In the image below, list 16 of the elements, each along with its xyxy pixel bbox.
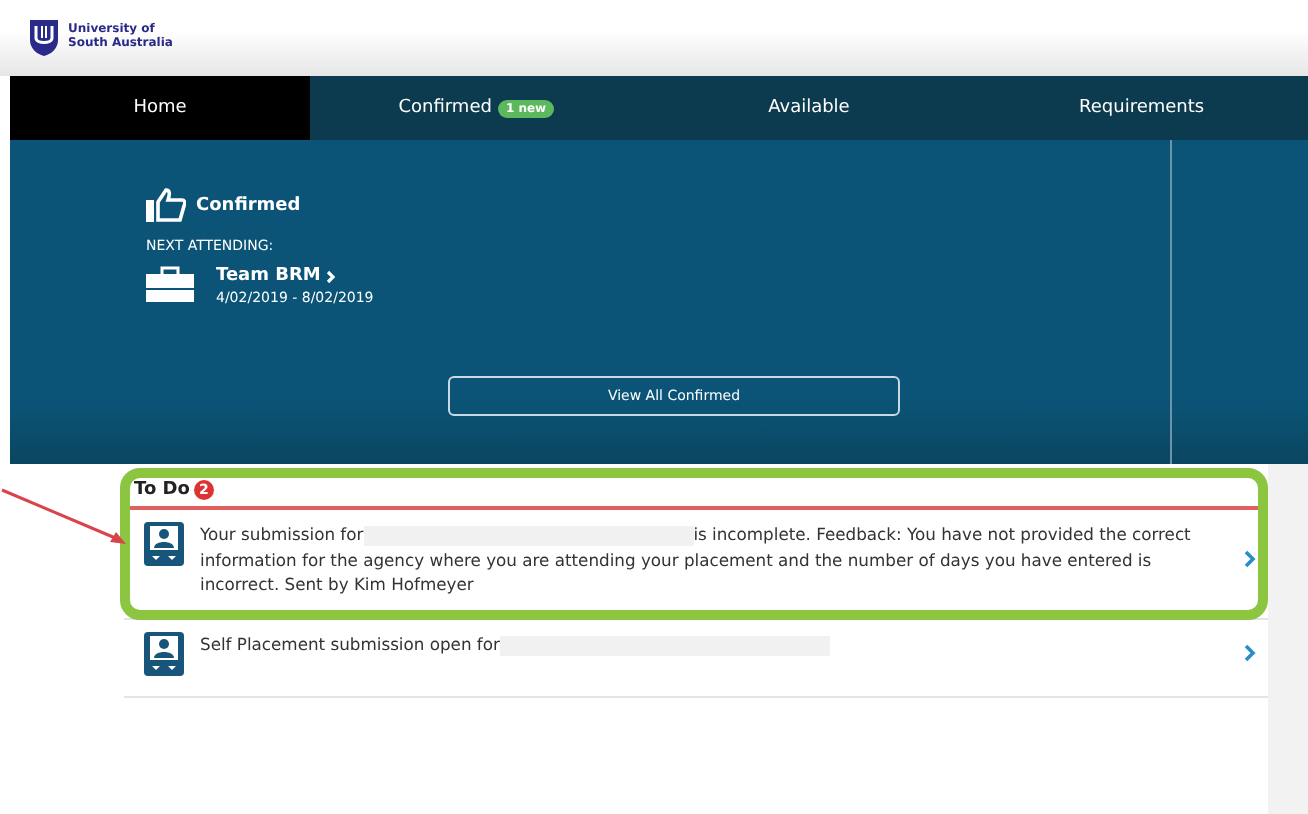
todo-heading: To Do <box>134 480 190 500</box>
chevron-icon[interactable] <box>1244 644 1256 663</box>
todo-message[interactable]: Your submission for is incomplete. Feedback: You have not provided the correct information for the agency where you are attending your placement and the number of days you have entered is incorrect. Sent by Kim Hofmeyer <box>200 522 1228 598</box>
briefcase-icon <box>146 266 194 302</box>
chevron-icon[interactable] <box>1244 550 1256 569</box>
annotation-arrow <box>1 488 126 544</box>
id-card-icon <box>144 522 184 566</box>
todo-message[interactable]: Self Placement submission open for <box>200 631 1228 657</box>
placement-link[interactable]: Team BRM <box>216 266 321 286</box>
thumbs-up-icon <box>146 188 186 222</box>
nav-tab[interactable]: Available <box>642 76 976 140</box>
logo-icon <box>28 18 60 58</box>
nav-tab[interactable]: Requirements <box>975 76 1308 140</box>
confirmed-heading: Confirmed <box>196 195 301 215</box>
nav-tab[interactable]: Home <box>10 76 310 140</box>
id-card-icon <box>144 631 184 676</box>
